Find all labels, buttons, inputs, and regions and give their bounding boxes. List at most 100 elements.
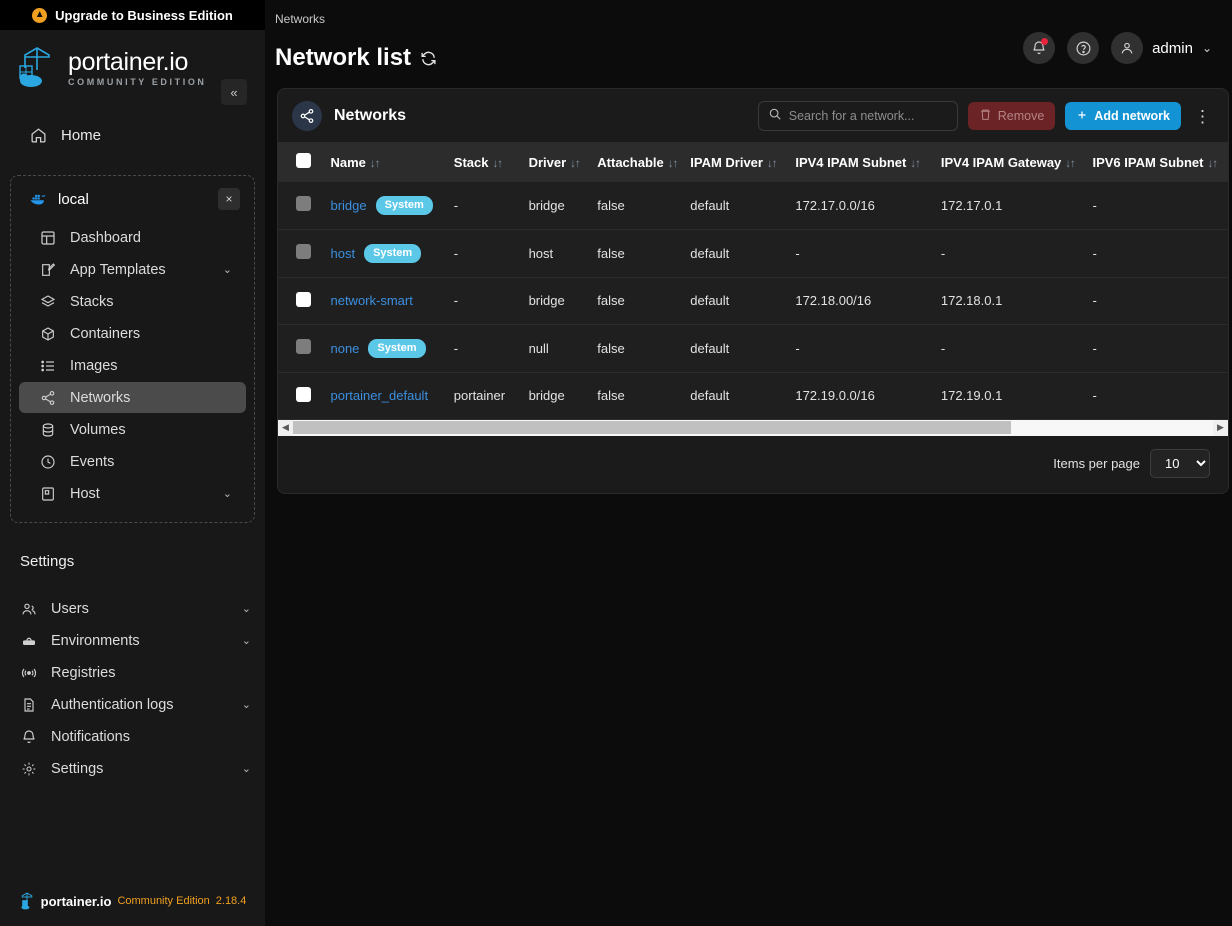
table-row[interactable]: host System - host false default - - - [278, 229, 1228, 278]
chevron-down-icon[interactable]: ⌄ [223, 263, 232, 276]
environment-close-button[interactable]: × [218, 188, 240, 210]
sidebar-item-volumes[interactable]: Volumes [19, 414, 246, 445]
sort-icon[interactable]: ↓↑ [370, 158, 380, 170]
row-select-cell[interactable] [278, 277, 325, 325]
sort-icon[interactable]: ↓↑ [910, 158, 920, 170]
sidebar-item-networks[interactable]: Networks [19, 382, 246, 413]
more-options-icon[interactable]: ⋮ [1191, 108, 1214, 125]
sort-icon[interactable]: ↓↑ [767, 158, 777, 170]
row-select-cell[interactable] [278, 324, 325, 373]
select-all-header[interactable] [278, 142, 324, 182]
row-ipv4-gateway-cell: - [934, 229, 1087, 278]
row-select-cell[interactable] [278, 229, 325, 278]
networks-icon [39, 389, 56, 406]
environment-header[interactable]: local × [19, 186, 246, 212]
sort-icon[interactable]: ↓↑ [1065, 158, 1075, 170]
sidebar-item-environments-label: Environments [51, 632, 140, 649]
chevron-down-icon[interactable]: ⌄ [242, 698, 251, 711]
sidebar-item-dashboard[interactable]: Dashboard [19, 222, 246, 253]
row-checkbox[interactable] [296, 291, 311, 307]
column-header-name[interactable]: Name ↓↑ [324, 142, 447, 182]
table-head: Name↓↑ Stack↓↑ Driver↓↑ Attachable↓↑ [278, 142, 1228, 182]
sidebar-item-notifications[interactable]: Notifications [0, 721, 265, 752]
column-header-ipv4-subnet[interactable]: IPV4 IPAM Subnet ↓↑ [789, 142, 935, 182]
chevron-down-icon[interactable]: ⌄ [1202, 41, 1212, 55]
table-row[interactable]: none System - null false default - - - [278, 324, 1228, 373]
column-header-attachable[interactable]: Attachable ↓↑ [591, 142, 684, 182]
sidebar-item-host[interactable]: Host ⌄ [19, 478, 246, 509]
sidebar-item-stacks-label: Stacks [70, 293, 114, 310]
column-header-ipam-driver[interactable]: IPAM Driver ↓↑ [684, 142, 789, 182]
search-box[interactable] [757, 101, 958, 131]
column-header-ipv6-subnet[interactable]: IPV6 IPAM Subnet ↓↑ [1086, 142, 1228, 182]
registries-icon [20, 664, 37, 681]
brand-subtitle: COMMUNITY EDITION [68, 76, 207, 87]
refresh-icon[interactable] [420, 50, 437, 67]
row-checkbox[interactable] [296, 339, 311, 355]
column-header-driver[interactable]: Driver ↓↑ [523, 142, 592, 182]
scroll-right-icon[interactable]: ▶ [1213, 420, 1228, 436]
sidebar-item-app-templates[interactable]: App Templates ⌄ [19, 254, 246, 285]
column-header-stack[interactable]: Stack ↓↑ [448, 142, 523, 182]
search-input[interactable] [788, 109, 950, 123]
sidebar-collapse-button[interactable]: « [221, 79, 247, 105]
row-select-cell[interactable] [278, 182, 325, 230]
chevron-down-icon[interactable]: ⌄ [242, 634, 251, 647]
scrollbar-track[interactable] [293, 419, 1213, 436]
network-link[interactable]: none [330, 341, 359, 356]
row-ipv6-subnet-cell: - [1086, 277, 1228, 325]
upgrade-banner[interactable]: ▲ Upgrade to Business Edition [0, 0, 265, 30]
sort-icon[interactable]: ↓↑ [1207, 158, 1217, 170]
horizontal-scrollbar[interactable]: ◀ ▶ [278, 419, 1228, 436]
sidebar-item-users[interactable]: Users ⌄ [0, 593, 265, 624]
bell-icon[interactable] [1023, 32, 1056, 64]
chevron-down-icon[interactable]: ⌄ [242, 602, 251, 615]
column-header-ipv4-gateway[interactable]: IPV4 IPAM Gateway ↓↑ [935, 142, 1087, 182]
sidebar-item-environments[interactable]: Environments ⌄ [0, 625, 265, 656]
items-per-page-select[interactable]: 10 25 50 100 [1150, 448, 1210, 478]
sidebar-item-stacks[interactable]: Stacks [19, 286, 246, 317]
table-row[interactable]: portainer_default portainer bridge false… [278, 372, 1228, 420]
row-checkbox[interactable] [296, 386, 311, 402]
row-stack-cell: - [447, 182, 523, 230]
row-checkbox[interactable] [296, 244, 311, 260]
network-link[interactable]: portainer_default [330, 388, 428, 403]
table-row[interactable]: bridge System - bridge false default 172… [278, 182, 1228, 230]
sidebar-item-registries[interactable]: Registries [0, 657, 265, 688]
sidebar-item-containers[interactable]: Containers [19, 318, 246, 349]
sidebar-item-notifications-label: Notifications [51, 728, 130, 745]
environment-name: local [58, 190, 89, 208]
column-header-ipv4-gateway-label: IPV4 IPAM Gateway [940, 154, 1062, 170]
upgrade-banner-label: Upgrade to Business Edition [55, 7, 233, 23]
table-body: bridge System - bridge false default 172… [278, 182, 1228, 420]
sidebar-item-home[interactable]: Home [10, 118, 255, 153]
row-checkbox[interactable] [296, 196, 311, 212]
brand-name: portainer.io [68, 47, 189, 76]
column-header-ipam-driver-label: IPAM Driver [690, 154, 763, 170]
row-ipv4-gateway-cell: 172.19.0.1 [934, 372, 1087, 420]
select-all-checkbox[interactable] [296, 153, 311, 168]
sort-icon[interactable]: ↓↑ [668, 158, 678, 170]
scroll-left-icon[interactable]: ◀ [278, 420, 293, 436]
sort-icon[interactable]: ↓↑ [492, 158, 502, 170]
sidebar-item-images[interactable]: Images [19, 350, 246, 381]
footer-version: 2.18.4 [215, 895, 247, 907]
scrollbar-thumb[interactable] [293, 420, 1011, 434]
table-row[interactable]: network-smart - bridge false default 172… [278, 277, 1228, 325]
breadcrumb[interactable]: Networks [275, 12, 437, 26]
question-circle-icon[interactable] [1067, 32, 1100, 64]
sidebar-item-events[interactable]: Events [19, 446, 246, 477]
remove-button[interactable]: Remove [967, 102, 1056, 130]
network-link[interactable]: host [330, 246, 355, 261]
add-network-button[interactable]: Add network [1065, 102, 1181, 130]
sidebar-item-settings[interactable]: Settings ⌄ [0, 753, 265, 784]
sort-icon[interactable]: ↓↑ [570, 158, 580, 170]
sidebar-item-authentication-logs[interactable]: Authentication logs ⌄ [0, 689, 265, 720]
network-link[interactable]: network-smart [330, 293, 412, 308]
arrow-up-circle-icon: ▲ [32, 7, 48, 23]
chevron-down-icon[interactable]: ⌄ [242, 762, 251, 775]
network-link[interactable]: bridge [330, 198, 366, 213]
row-select-cell[interactable] [278, 372, 325, 420]
chevron-down-icon[interactable]: ⌄ [223, 487, 232, 500]
user-menu[interactable]: admin ⌄ [1111, 32, 1212, 64]
